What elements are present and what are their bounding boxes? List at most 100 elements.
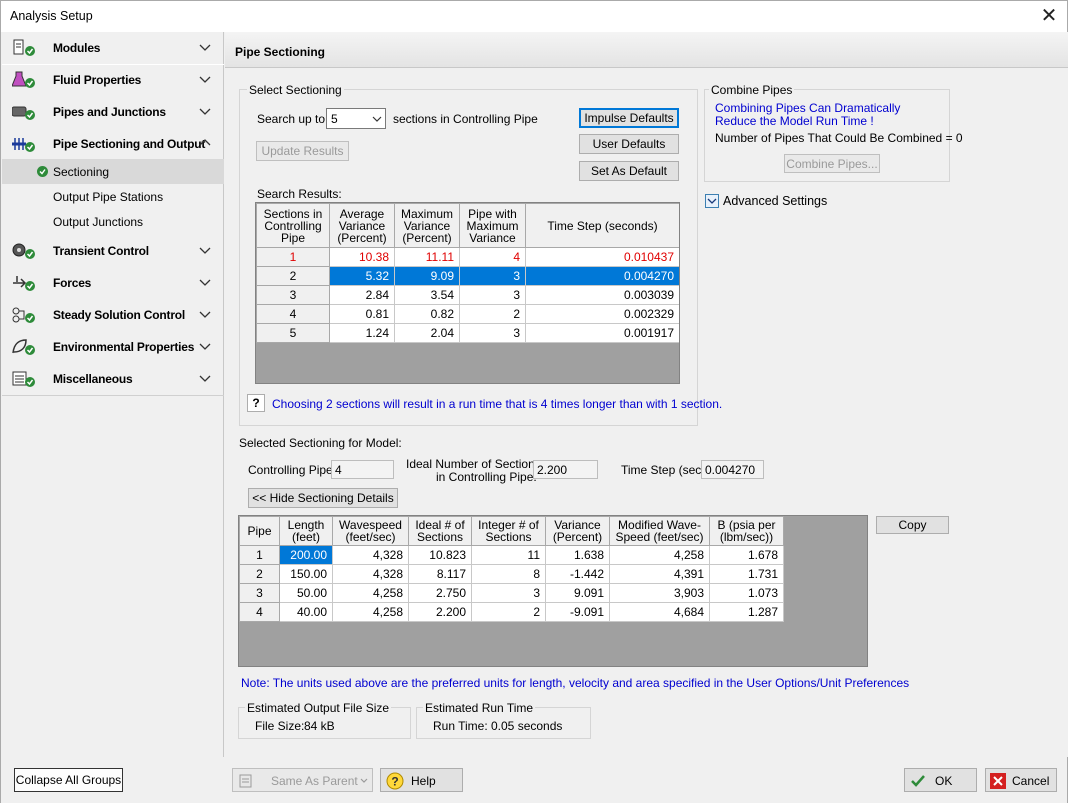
table-cell: 0.004270 [525,266,679,286]
table-cell: 2 [471,602,546,622]
table-cell: 0.002329 [525,304,679,324]
help-button[interactable]: ? Help [380,768,463,792]
table-row[interactable]: 2 150.00 4,328 8.117 8 -1.442 4,391 1.73… [239,564,784,584]
table-cell: 0.001917 [525,323,679,343]
same-as-parent-dropdown[interactable]: Same As Parent [232,768,373,792]
sidebar-item-sectioning[interactable]: Sectioning [2,159,224,184]
cancel-x-icon [990,773,1006,789]
table-row[interactable]: 3 50.00 4,258 2.750 3 9.091 3,903 1.073 [239,583,784,603]
table-cell: 3 [459,323,526,343]
sidebar-group-pipe-sectioning-and-output[interactable]: Pipe Sectioning and Output [2,128,224,160]
table-row[interactable]: 4 40.00 4,258 2.200 2 -9.091 4,684 1.287 [239,602,784,622]
collapse-all-groups-button[interactable]: Collapse All Groups [14,768,123,792]
search-suffix-label: sections in Controlling Pipe [393,112,538,126]
chevron-down-icon[interactable] [199,276,211,288]
chevron-down-icon[interactable] [199,372,211,384]
table-cell: 2 [459,304,526,324]
close-icon[interactable]: ✕ [1037,3,1061,29]
table-cell: 10.38 [329,247,395,267]
table-row[interactable]: 1 10.38 11.11 4 0.010437 [256,247,679,267]
modules-icon [13,39,35,56]
sidebar-group-label: Environmental Properties [53,340,195,354]
chevron-down-icon[interactable] [199,244,211,256]
advanced-settings-toggle[interactable] [705,194,719,208]
cancel-button[interactable]: Cancel [985,768,1057,792]
sidebar-item-output-junctions[interactable]: Output Junctions [2,209,224,234]
table-cell: 9.091 [545,583,610,603]
set-as-default-button[interactable]: Set As Default [579,161,679,181]
ok-button[interactable]: OK [904,768,977,792]
advanced-settings-label[interactable]: Advanced Settings [723,194,827,208]
combine-pipes-button[interactable]: Combine Pipes... [784,154,880,173]
checkmark-icon [911,775,925,787]
column-header: Modified Wave-Speed (feet/sec) [609,516,710,546]
column-header: Pipe [239,516,280,546]
hide-sectioning-details-button[interactable]: << Hide Sectioning Details [248,488,398,508]
table-cell: 4,391 [609,564,710,584]
sidebar: Modules Fluid Properties Pipes and Junct… [2,32,224,757]
table-cell: 1.073 [709,583,784,603]
table-cell: 40.00 [279,602,333,622]
list-icon [12,371,35,387]
update-results-button[interactable]: Update Results [256,141,349,161]
impulse-defaults-button[interactable]: Impulse Defaults [579,108,679,128]
table-cell: 4,258 [332,583,409,603]
table-cell: 9.09 [394,266,460,286]
time-step-label: Time Step (sec): [621,463,709,477]
same-as-parent-label: Same As Parent [271,774,358,788]
chevron-down-icon [360,778,368,783]
row-header: 4 [239,602,280,622]
sidebar-item-output-pipe-stations[interactable]: Output Pipe Stations [2,184,224,209]
table-row[interactable]: 1 200.00 4,328 10.823 11 1.638 4,258 1.6… [239,545,784,565]
table-cell: 3.54 [394,285,460,305]
search-results-grid: Sections in Controlling Pipe Average Var… [255,202,680,384]
table-row[interactable]: 5 1.24 2.04 3 0.001917 [256,323,679,343]
chevron-up-icon[interactable] [199,137,211,149]
table-row-selected[interactable]: 2 5.32 9.09 3 0.004270 [256,266,679,286]
sidebar-group-transient-control[interactable]: Transient Control [2,235,224,267]
table-cell: -1.442 [545,564,610,584]
chevron-down-icon[interactable] [199,340,211,352]
sidebar-group-label: Steady Solution Control [53,308,186,322]
sidebar-group-forces[interactable]: Forces [2,267,224,299]
copy-button[interactable]: Copy [876,516,949,534]
row-header: 2 [239,564,280,584]
sidebar-group-miscellaneous[interactable]: Miscellaneous [2,363,224,395]
chevron-down-icon[interactable] [199,73,211,85]
sidebar-item-label: Output Junctions [53,215,144,229]
chevron-down-icon[interactable] [199,105,211,117]
help-question-button[interactable]: ? [247,394,265,412]
sidebar-group-environmental-properties[interactable]: Environmental Properties [2,331,224,363]
file-size-legend: Estimated Output File Size [245,701,392,715]
sidebar-item-label: Output Pipe Stations [53,190,164,204]
help-icon: ? [386,772,404,790]
chevron-down-icon[interactable] [199,41,211,53]
sectioning-note: Choosing 2 sections will result in a run… [272,397,723,411]
table-cell: 3 [459,285,526,305]
table-row[interactable]: 3 2.84 3.54 3 0.003039 [256,285,679,305]
selected-sectioning-title: Selected Sectioning for Model: [239,436,402,450]
table-cell: 3 [471,583,546,603]
column-header: Integer # of Sections [471,516,546,546]
user-defaults-button[interactable]: User Defaults [579,134,679,154]
table-cell: 1.638 [545,545,610,565]
flask-icon [12,71,35,88]
check-icon [37,166,48,177]
sidebar-group-fluid-properties[interactable]: Fluid Properties [2,64,224,96]
sidebar-group-steady-solution-control[interactable]: Steady Solution Control [2,299,224,331]
table-cell-selected[interactable]: 200.00 [279,545,333,565]
chevron-down-icon[interactable] [199,308,211,320]
search-up-to-value: 5 [331,112,338,126]
column-header: Maximum Variance (Percent) [394,203,460,248]
sidebar-group-pipes-and-junctions[interactable]: Pipes and Junctions [2,96,224,128]
sidebar-group-label: Transient Control [53,244,149,258]
table-cell: 2.04 [394,323,460,343]
table-cell: 5.32 [329,266,395,286]
sidebar-group-label: Fluid Properties [53,73,142,87]
search-up-to-select[interactable]: 5 [326,108,386,129]
table-cell: 4,328 [332,545,409,565]
table-cell: 1.287 [709,602,784,622]
sectioning-details-grid: Pipe Length (feet) Wavespeed (feet/sec) … [238,515,868,667]
table-row[interactable]: 4 0.81 0.82 2 0.002329 [256,304,679,324]
sidebar-group-modules[interactable]: Modules [2,32,224,64]
